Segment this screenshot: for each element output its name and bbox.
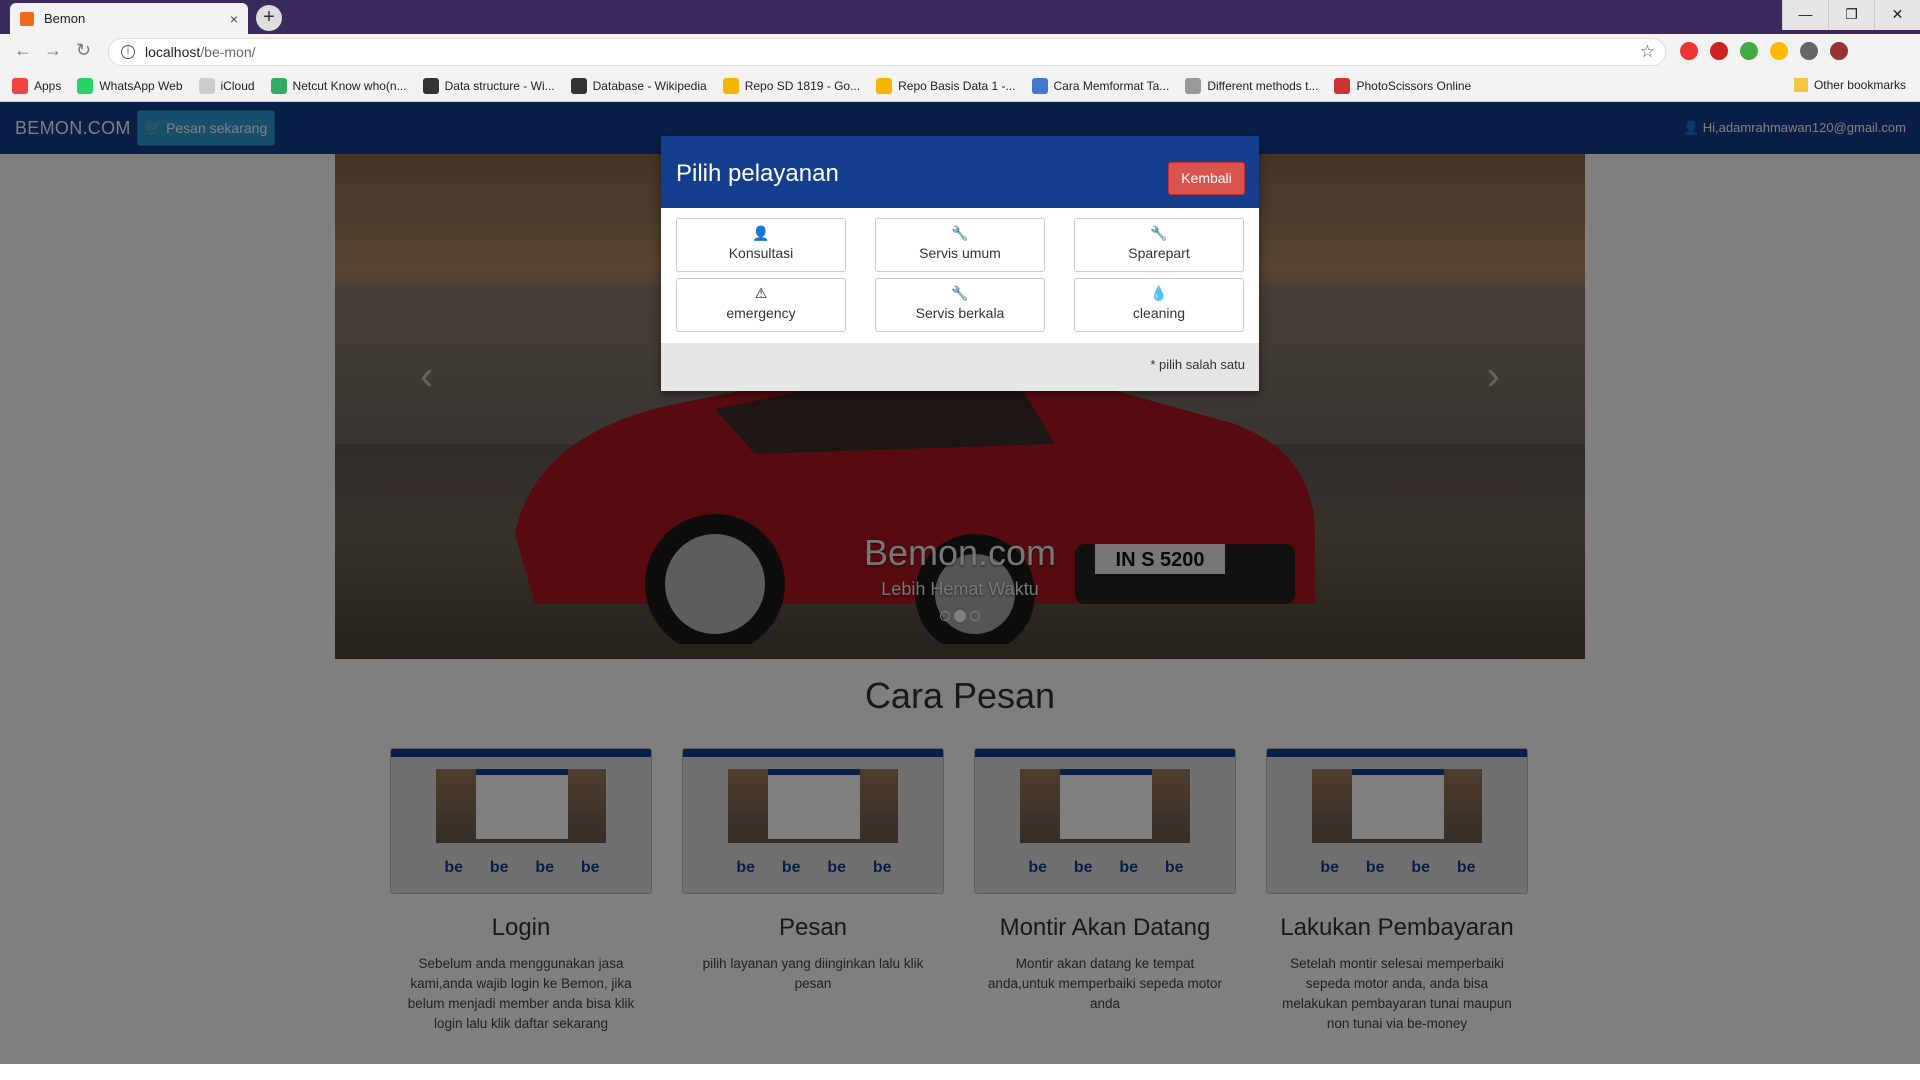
modal-title: Pilih pelayanan bbox=[676, 160, 839, 187]
bookmark-label: Data structure - Wi... bbox=[444, 78, 555, 93]
service-option-cleaning[interactable]: 💧 cleaning bbox=[1074, 278, 1244, 332]
wrench-icon: 🔧 bbox=[951, 225, 969, 241]
bookmark-item[interactable]: PhotoScissors Online bbox=[1334, 77, 1472, 94]
bookmark-star-icon[interactable]: ☆ bbox=[1640, 42, 1655, 62]
service-option-servis-umum[interactable]: 🔧 Servis umum bbox=[875, 218, 1045, 272]
bookmark-label: Database - Wikipedia bbox=[592, 78, 707, 93]
url-path: /be-mon/ bbox=[200, 44, 256, 60]
browser-tabstrip: Bemon × + — ❐ ✕ bbox=[0, 0, 1920, 34]
extension-icon[interactable] bbox=[1770, 42, 1788, 60]
bookmark-item[interactable]: Cara Memformat Ta... bbox=[1031, 77, 1170, 94]
service-option-emergency[interactable]: ⚠ emergency bbox=[676, 278, 846, 332]
drop-icon: 💧 bbox=[1150, 285, 1168, 301]
browser-tab[interactable]: Bemon × bbox=[10, 3, 248, 34]
bookmark-item[interactable]: Database - Wikipedia bbox=[570, 77, 707, 94]
restore-button[interactable]: ❐ bbox=[1828, 0, 1874, 30]
bookmark-icon bbox=[876, 77, 893, 94]
bookmark-icon bbox=[77, 77, 94, 94]
extension-icon[interactable] bbox=[1740, 42, 1758, 60]
service-options: 👤 Konsultasi 🔧 Servis umum 🔧 Sparepart ⚠ emerge… bbox=[661, 208, 1259, 342]
bookmark-label: Apps bbox=[34, 78, 62, 93]
browser-toolbar: ← → ↻ i localhost/be-mon/ ☆ bbox=[0, 34, 1920, 70]
web-page: BEMON.COM 🛒 Pesan sekarang 👤 Hi,adamrahm… bbox=[0, 102, 1920, 1064]
bookmark-item[interactable]: iCloud bbox=[198, 77, 255, 94]
back-icon[interactable]: ← bbox=[14, 40, 32, 61]
window-close-button[interactable]: ✕ bbox=[1874, 0, 1920, 30]
folder-icon bbox=[1793, 78, 1808, 92]
modal-header: Pilih pelayanan Kembali bbox=[661, 136, 1259, 208]
tab-close-icon[interactable]: × bbox=[230, 11, 238, 27]
service-option-label: emergency bbox=[726, 305, 796, 321]
bookmark-item[interactable]: Apps bbox=[12, 77, 62, 94]
service-option-sparepart[interactable]: 🔧 Sparepart bbox=[1074, 218, 1244, 272]
bookmark-label: Cara Memformat Ta... bbox=[1053, 78, 1170, 93]
bookmark-label: PhotoScissors Online bbox=[1356, 78, 1472, 93]
service-option-konsultasi[interactable]: 👤 Konsultasi bbox=[676, 218, 846, 272]
bookmark-item[interactable]: Netcut Know who(n... bbox=[270, 77, 407, 94]
bookmarks-bar: Apps WhatsApp Web iCloud Netcut Know who(n.… bbox=[0, 70, 1920, 102]
bookmark-icon bbox=[422, 77, 439, 94]
service-option-label: cleaning bbox=[1132, 305, 1186, 321]
bookmark-item[interactable]: Repo Basis Data 1 -... bbox=[876, 77, 1016, 94]
service-option-label: Servis berkala bbox=[915, 305, 1005, 321]
reload-icon[interactable]: ↻ bbox=[76, 40, 91, 61]
service-modal: Pilih pelayanan Kembali 👤 Konsultasi 🔧 Serv… bbox=[661, 136, 1259, 391]
back-button[interactable]: Kembali bbox=[1168, 162, 1245, 195]
adblock-icon[interactable] bbox=[1710, 42, 1728, 60]
info-icon[interactable]: i bbox=[121, 45, 135, 59]
service-option-label: Sparepart bbox=[1128, 245, 1190, 261]
bookmark-item[interactable]: Different methods t... bbox=[1185, 77, 1319, 94]
bookmark-label: Netcut Know who(n... bbox=[292, 78, 407, 93]
bookmark-icon bbox=[1185, 77, 1202, 94]
new-tab-button[interactable]: + bbox=[256, 5, 282, 31]
bookmark-icon bbox=[570, 77, 587, 94]
minimize-button[interactable]: — bbox=[1782, 0, 1828, 30]
bookmark-label: Repo SD 1819 - Go... bbox=[744, 78, 861, 93]
url-host: localhost bbox=[145, 44, 201, 60]
service-option-servis-berkala[interactable]: 🔧 Servis berkala bbox=[875, 278, 1045, 332]
modal-footer-note: * pilih salah satu bbox=[1150, 357, 1245, 372]
bookmark-label: Repo Basis Data 1 -... bbox=[898, 78, 1016, 93]
bookmark-icon bbox=[1031, 77, 1048, 94]
bookmark-item[interactable]: Repo SD 1819 - Go... bbox=[722, 77, 861, 94]
other-bookmarks[interactable]: Other bookmarks bbox=[1793, 78, 1906, 92]
tab-title: Bemon bbox=[44, 11, 86, 26]
other-bookmarks-label: Other bookmarks bbox=[1813, 78, 1906, 92]
bookmark-icon bbox=[270, 77, 287, 94]
extension-icon[interactable] bbox=[1680, 42, 1698, 60]
page-bottom bbox=[0, 1064, 1920, 1080]
bookmark-item[interactable]: WhatsApp Web bbox=[77, 77, 183, 94]
bookmark-label: Different methods t... bbox=[1207, 78, 1319, 93]
warning-icon: ⚠ bbox=[754, 285, 768, 301]
modal-footer: * pilih salah satu bbox=[661, 343, 1259, 391]
service-option-label: Konsultasi bbox=[728, 245, 794, 261]
user-icon: 👤 bbox=[752, 225, 770, 241]
wrench-icon: 🔧 bbox=[951, 285, 969, 301]
bookmark-label: iCloud bbox=[220, 78, 255, 93]
wrench-icon: 🔧 bbox=[1150, 225, 1168, 241]
window-controls: — ❐ ✕ bbox=[1782, 0, 1920, 30]
extensions bbox=[1680, 42, 1848, 60]
forward-icon[interactable]: → bbox=[44, 40, 62, 61]
bookmark-icon bbox=[198, 77, 215, 94]
favicon-icon bbox=[20, 11, 34, 26]
bookmark-icon bbox=[12, 77, 28, 94]
extension-icon[interactable] bbox=[1800, 42, 1818, 60]
service-option-label: Servis umum bbox=[919, 245, 1001, 261]
address-bar[interactable]: i localhost/be-mon/ ☆ bbox=[108, 38, 1666, 66]
bookmark-icon bbox=[1334, 77, 1351, 94]
profile-icon[interactable] bbox=[1830, 42, 1848, 60]
bookmark-item[interactable]: Data structure - Wi... bbox=[422, 77, 555, 94]
bookmark-label: WhatsApp Web bbox=[99, 78, 183, 93]
bookmark-icon bbox=[722, 77, 739, 94]
